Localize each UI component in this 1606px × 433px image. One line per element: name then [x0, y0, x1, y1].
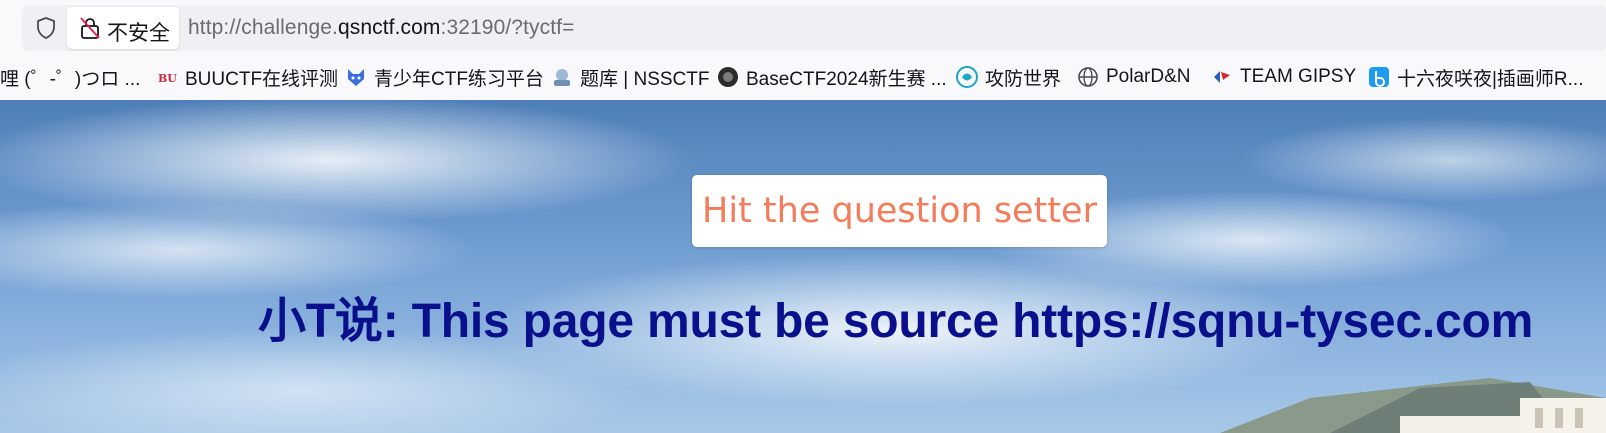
- bookmark-item-adworld[interactable]: 攻防世界: [956, 65, 1062, 90]
- buu-icon: BU: [158, 72, 177, 85]
- security-label: 不安全: [107, 22, 170, 45]
- url-host: qsnctf.com: [337, 16, 441, 39]
- bookmark-label: 攻防世界: [985, 68, 1062, 90]
- url-suffix: :32190/?tyctf=: [440, 16, 575, 39]
- adworld-icon: [956, 66, 978, 88]
- bookmark-item-nssctf[interactable]: 题库 | NSSCTF: [551, 65, 710, 90]
- bookmark-label: TEAM GIPSY: [1240, 66, 1357, 87]
- nss-icon: [554, 69, 570, 86]
- bookmark-item-basectf[interactable]: BaseCTF2024新生赛 ...: [717, 65, 947, 90]
- gipsy-icon: [1214, 71, 1230, 83]
- bookmark-item-buuctf[interactable]: BU BUUCTF在线评测: [156, 65, 339, 90]
- bookmark-label: BaseCTF2024新生赛 ...: [746, 68, 947, 90]
- tracking-protection-shield-icon[interactable]: [34, 16, 58, 40]
- bookmark-label: 哩 (゜-゜)つロ ...: [0, 68, 141, 90]
- bookmark-label: 题库 | NSSCTF: [580, 68, 710, 90]
- url-prefix: http://challenge.: [188, 16, 338, 39]
- page-headline: 小T说: This page must be source https://sq…: [258, 295, 1534, 348]
- bookmark-label: BUUCTF在线评测: [185, 68, 339, 90]
- site-security-indicator[interactable]: 不安全: [67, 7, 179, 49]
- page-content: Hit the question setter 小T说: This page m…: [0, 100, 1606, 433]
- bookmark-item-polardn[interactable]: PolarD&N: [1077, 65, 1190, 89]
- building-roof-image: [1220, 378, 1606, 433]
- bookmark-label: PolarD&N: [1106, 66, 1191, 87]
- bookmark-item[interactable]: 哩 (゜-゜)つロ ...: [0, 65, 141, 90]
- bookmark-item-sakuya[interactable]: 十六夜咲夜|插画师R...: [1368, 65, 1584, 90]
- bookmark-item-team-gipsy[interactable]: TEAM GIPSY: [1211, 65, 1356, 89]
- bookmarks-toolbar: 哩 (゜-゜)つロ ... BU BUUCTF在线评测 青少年CTF练习平台 题…: [0, 54, 1606, 101]
- svg-text:BU: BU: [158, 72, 177, 85]
- wolf-icon: [348, 69, 364, 86]
- navigation-toolbar: 不安全 http://challenge.qsnctf.com:32190/?t…: [0, 0, 1606, 54]
- basectf-icon: [718, 67, 738, 87]
- bookmark-label: 青少年CTF练习平台: [374, 68, 544, 90]
- address-bar[interactable]: 不安全 http://challenge.qsnctf.com:32190/?t…: [22, 5, 1606, 51]
- bilibili-icon: [1369, 67, 1389, 87]
- url-text[interactable]: http://challenge.qsnctf.com:32190/?tyctf…: [188, 16, 574, 40]
- globe-icon: [1078, 67, 1098, 87]
- bookmark-label: 十六夜咲夜|插画师R...: [1397, 68, 1584, 90]
- hit-question-setter-button[interactable]: Hit the question setter: [692, 175, 1107, 247]
- insecure-lock-icon: [80, 17, 100, 39]
- bookmark-item-qsnctf[interactable]: 青少年CTF练习平台: [345, 65, 544, 90]
